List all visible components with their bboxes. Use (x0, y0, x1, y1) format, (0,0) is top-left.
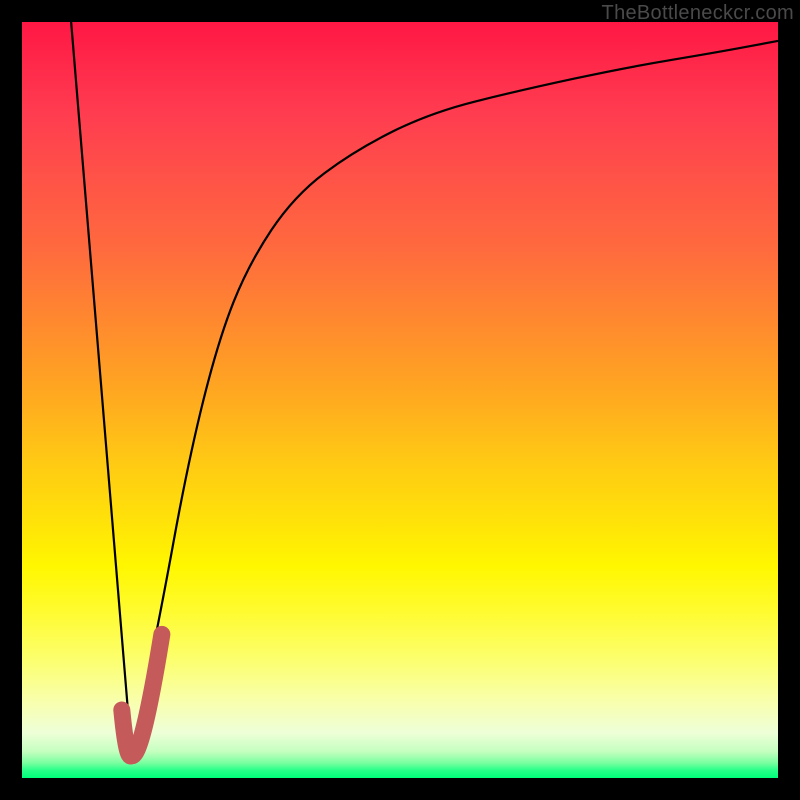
chart-frame: TheBottleneckcr.com (0, 0, 800, 800)
gradient-background (22, 22, 778, 778)
plot-area (22, 22, 778, 778)
